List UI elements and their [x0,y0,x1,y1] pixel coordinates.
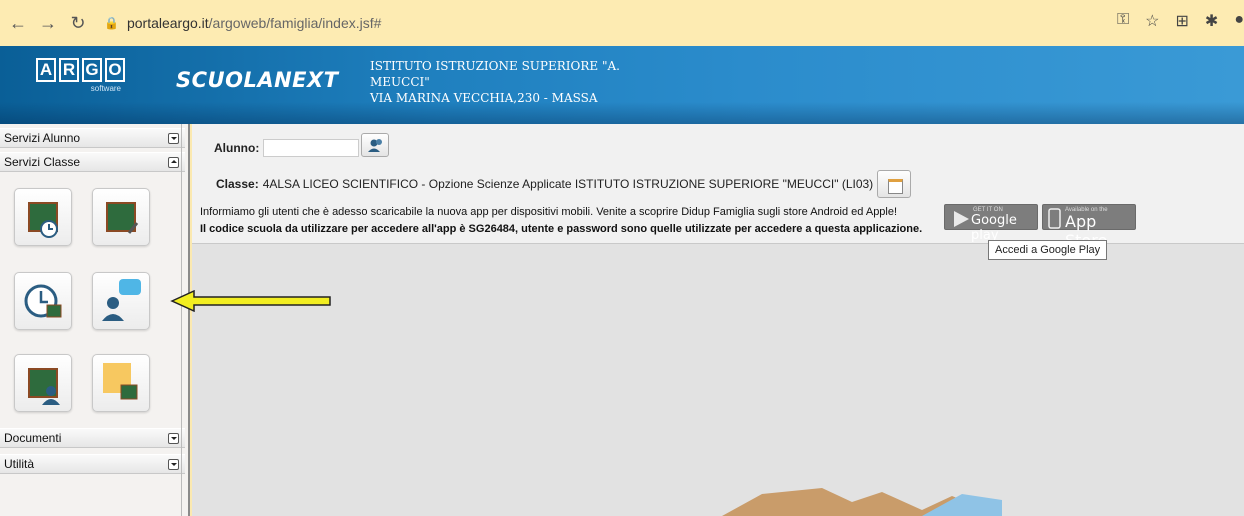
tile-orario-docenti[interactable] [14,272,72,330]
background-decoration [722,488,1002,516]
expand-icon[interactable] [168,133,179,144]
school-line: MEUCCI" [370,75,430,89]
reload-icon[interactable]: ↻ [66,11,90,35]
app-store-badge[interactable]: Available on the App Store [1042,204,1136,250]
scuolanext-logo: SCUOLANEXT [176,68,339,92]
sidebar-section-servizi-classe[interactable]: Servizi Classe [0,152,185,172]
student-info-panel: Alunno: Classe: 4ALSA LICEO SCIENTIFICO … [192,124,1244,250]
star-icon[interactable]: ☆ [1145,11,1159,31]
classe-value: 4ALSA LICEO SCIENTIFICO - Opzione Scienz… [262,177,874,191]
notice-code-line: Il codice scuola da utilizzare per acced… [200,223,923,235]
sticky-note-icon [103,363,138,400]
notice-line: Informiamo gli utenti che è adesso scari… [200,206,898,218]
back-icon[interactable]: ← [6,11,30,35]
url-domain: portaleargo.it [126,15,209,31]
school-address: VIA MARINA VECCHIA,230 - MASSA [370,91,598,105]
pencil-icon [127,222,139,234]
school-name: ISTITUTO ISTRUZIONE SUPERIORE "A. MEUCCI… [370,58,660,106]
sidebar-section-documenti[interactable]: Documenti [0,428,185,448]
argo-letter: A [36,58,56,82]
tile-bacheca[interactable] [92,354,150,412]
grid-icon[interactable]: ⊞ [1176,11,1189,31]
browser-toolbar: ← → ↻ 🔒 portaleargo.it/argoweb/famiglia/… [0,0,1244,46]
tile-ricevimento-docenti[interactable] [92,272,150,330]
expand-icon[interactable] [168,459,179,470]
sidebar-section-servizi-alunno[interactable]: Servizi Alunno [0,128,185,148]
alunno-label: Alunno: [214,141,260,155]
sidebar-section-utilita[interactable]: Utilità [0,454,185,474]
argo-logo: A R G O software [36,58,125,93]
section-label: Servizi Classe [4,155,81,169]
main-content: Alunno: Classe: 4ALSA LICEO SCIENTIFICO … [192,124,1244,516]
extension-icon[interactable]: ✱ [1205,11,1218,31]
alunno-field[interactable] [263,139,360,157]
key-icon[interactable]: ⚿ [1117,11,1129,31]
sidebar: Servizi Alunno Servizi Classe Documenti … [0,124,190,516]
section-label: Utilità [4,457,35,471]
url-path: /argoweb/famiglia/index.jsf# [208,15,382,31]
tile-voti[interactable] [14,354,72,412]
app-notice: Informiamo gli utenti che è adesso scari… [200,204,922,238]
clock-icon [40,220,58,238]
users-icon [368,139,383,152]
arrow-annotation [170,290,331,312]
play-store-icon [954,211,969,227]
google-play-label: Google play [971,213,1017,243]
school-line: ISTITUTO ISTRUZIONE SUPERIORE "A. [370,59,620,73]
section-label: Documenti [4,431,62,445]
tile-registro[interactable] [92,188,150,246]
collapse-icon[interactable] [168,157,179,168]
student-icon [42,386,60,405]
select-student-button[interactable] [361,133,390,157]
google-play-badge[interactable]: GET IT ON Google play [944,204,1038,243]
google-play-tooltip: Accedi a Google Play [988,240,1108,260]
clock-board-icon [24,284,62,318]
phone-icon [1048,208,1061,229]
section-label: Servizi Alunno [4,131,81,145]
address-bar[interactable]: 🔒 portaleargo.it/argoweb/famiglia/index.… [104,15,381,31]
site-banner: A R G O software SCUOLANEXT ISTITUTO IST… [0,46,1244,124]
argo-letter: G [82,58,102,82]
classe-label: Classe: [216,177,259,191]
calendar-button[interactable] [877,170,912,198]
lock-icon: 🔒 [104,16,119,30]
forward-icon[interactable]: → [36,11,60,35]
argo-letter: O [105,58,125,82]
argo-letter: R [59,58,79,82]
tile-orario-classe[interactable] [14,188,72,246]
profile-icon[interactable]: ● [1234,11,1244,31]
expand-icon[interactable] [168,433,179,444]
argo-sub: software [90,84,121,93]
teacher-chat-icon [102,279,141,321]
